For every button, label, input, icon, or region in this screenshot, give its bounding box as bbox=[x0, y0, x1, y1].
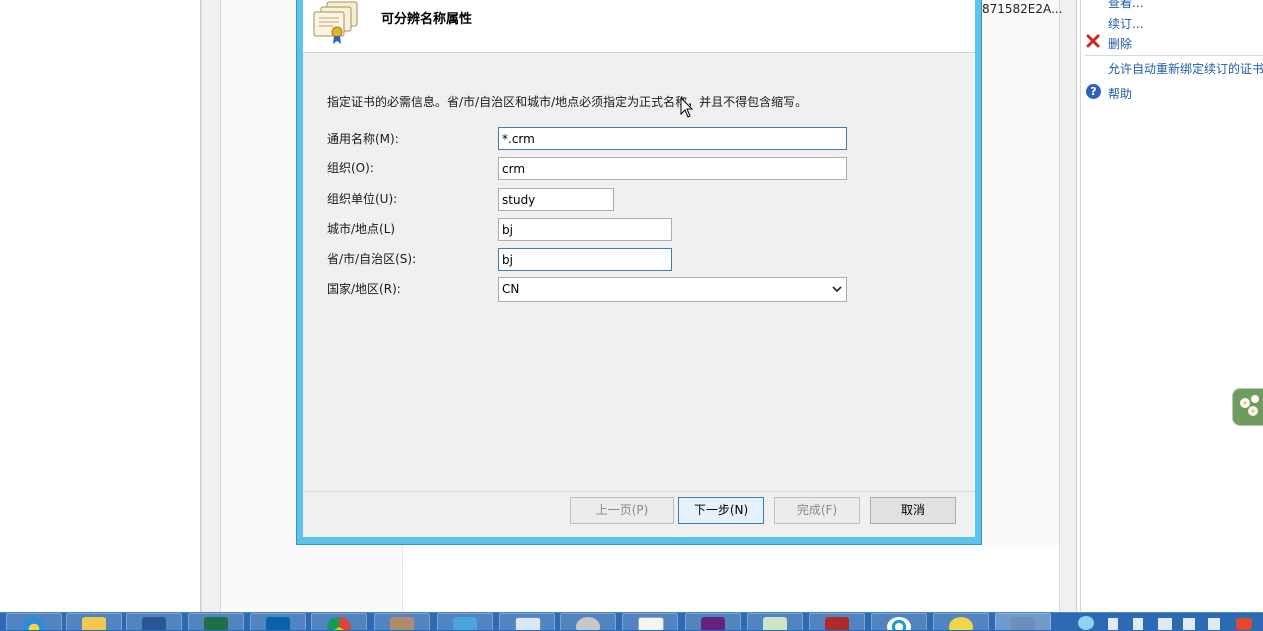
previous-button[interactable]: 上一页(P) bbox=[570, 497, 674, 524]
excel-icon bbox=[204, 617, 228, 630]
country-select[interactable]: CN bbox=[498, 277, 847, 302]
word-icon bbox=[142, 617, 166, 630]
features-view-content bbox=[402, 545, 1060, 612]
chrome-icon bbox=[327, 617, 351, 630]
instruction-text: 指定证书的必需信息。省/市/自治区和城市/地点必须指定为正式名称，并且不得包含缩… bbox=[327, 95, 808, 109]
taskbar-book[interactable] bbox=[809, 613, 865, 630]
certificate-icon bbox=[313, 1, 358, 44]
chevron-down-icon bbox=[832, 286, 842, 293]
dialog-title: 可分辨名称属性 bbox=[381, 12, 473, 27]
tray-keyboard-icon[interactable] bbox=[1158, 618, 1172, 630]
country-select-value: CN bbox=[502, 282, 520, 296]
tray-flag-icon[interactable] bbox=[1108, 618, 1118, 630]
tray-printer-icon[interactable] bbox=[1183, 618, 1195, 630]
taskbar-explorer[interactable] bbox=[66, 613, 122, 630]
ie-icon bbox=[22, 617, 46, 630]
document-icon bbox=[638, 617, 664, 630]
action-renew-link[interactable]: 续订... bbox=[1108, 15, 1143, 32]
visual-studio-icon bbox=[701, 617, 725, 630]
taskbar-ie[interactable] bbox=[6, 613, 62, 630]
panel-splitter[interactable] bbox=[201, 0, 221, 612]
action-auto-rebind-link[interactable]: 允许自动重新绑定续订的证书 bbox=[1108, 60, 1263, 77]
notes-icon bbox=[763, 617, 787, 630]
finish-button[interactable]: 完成(F) bbox=[774, 497, 860, 524]
state-label: 省/市/自治区(S): bbox=[327, 252, 417, 266]
window-icon bbox=[515, 617, 541, 630]
taskbar-toolbox[interactable] bbox=[374, 613, 430, 630]
network-icon bbox=[887, 617, 911, 630]
taskbar-visual-studio[interactable] bbox=[685, 613, 741, 630]
explorer-icon bbox=[82, 617, 106, 630]
org-unit-label: 组织单位(U): bbox=[327, 192, 398, 206]
delete-icon bbox=[1086, 34, 1100, 48]
actions-separator bbox=[1085, 55, 1263, 56]
panel-splitter-right[interactable] bbox=[1060, 0, 1077, 612]
virtualbox-icon bbox=[1011, 617, 1035, 630]
desktop-gadget-flower-icon[interactable] bbox=[1232, 388, 1263, 426]
next-button[interactable]: 下一步(N) bbox=[678, 497, 764, 524]
outlook-icon bbox=[266, 617, 290, 630]
taskbar-tool[interactable] bbox=[560, 613, 616, 630]
org-unit-input[interactable] bbox=[498, 188, 614, 211]
messenger-icon bbox=[949, 617, 973, 630]
book-icon bbox=[825, 617, 849, 630]
mouse-cursor-icon bbox=[680, 97, 694, 118]
help-icon: ? bbox=[1086, 84, 1101, 99]
taskbar-virtualbox[interactable] bbox=[995, 613, 1051, 630]
taskbar-word[interactable] bbox=[126, 613, 182, 630]
actions-panel bbox=[1077, 0, 1263, 612]
city-label: 城市/地点(L) bbox=[327, 222, 396, 236]
footer-divider bbox=[303, 491, 975, 492]
connections-panel bbox=[0, 0, 201, 612]
taskbar-messenger[interactable] bbox=[933, 613, 989, 630]
action-view-link[interactable]: 查看... bbox=[1108, 0, 1143, 11]
taskbar-network[interactable] bbox=[871, 613, 927, 630]
tray-volume-icon[interactable] bbox=[1133, 618, 1143, 630]
taskbar-window[interactable] bbox=[499, 613, 555, 630]
organization-label: 组织(O): bbox=[327, 161, 374, 175]
cancel-button[interactable]: 取消 bbox=[870, 497, 956, 524]
state-input[interactable] bbox=[498, 248, 672, 271]
tray-network-icon[interactable] bbox=[1078, 616, 1094, 630]
taskbar-excel[interactable] bbox=[188, 613, 244, 630]
taskbar-document[interactable] bbox=[622, 613, 678, 630]
taskbar-chrome[interactable] bbox=[311, 613, 367, 630]
common-name-label: 通用名称(M): bbox=[327, 132, 399, 146]
toolbox-icon bbox=[390, 617, 414, 630]
city-input[interactable] bbox=[498, 218, 672, 241]
taskbar-outlook[interactable] bbox=[250, 613, 306, 630]
country-label: 国家/地区(R): bbox=[327, 282, 401, 296]
taskbar-notes[interactable] bbox=[747, 613, 803, 630]
organization-input[interactable] bbox=[498, 157, 847, 180]
taskbar-qq[interactable] bbox=[437, 613, 493, 630]
certificate-hash-cell: 871582E2A... bbox=[982, 2, 1063, 16]
action-delete-link[interactable]: 删除 bbox=[1108, 35, 1132, 52]
qq-icon bbox=[453, 617, 477, 630]
common-name-input[interactable] bbox=[498, 127, 847, 150]
tray-app-icon[interactable] bbox=[1236, 618, 1252, 630]
actions-divider bbox=[1080, 0, 1081, 612]
tray-ime-icon[interactable] bbox=[1208, 618, 1220, 630]
tool-icon bbox=[576, 617, 600, 630]
action-help-link[interactable]: 帮助 bbox=[1108, 85, 1132, 102]
